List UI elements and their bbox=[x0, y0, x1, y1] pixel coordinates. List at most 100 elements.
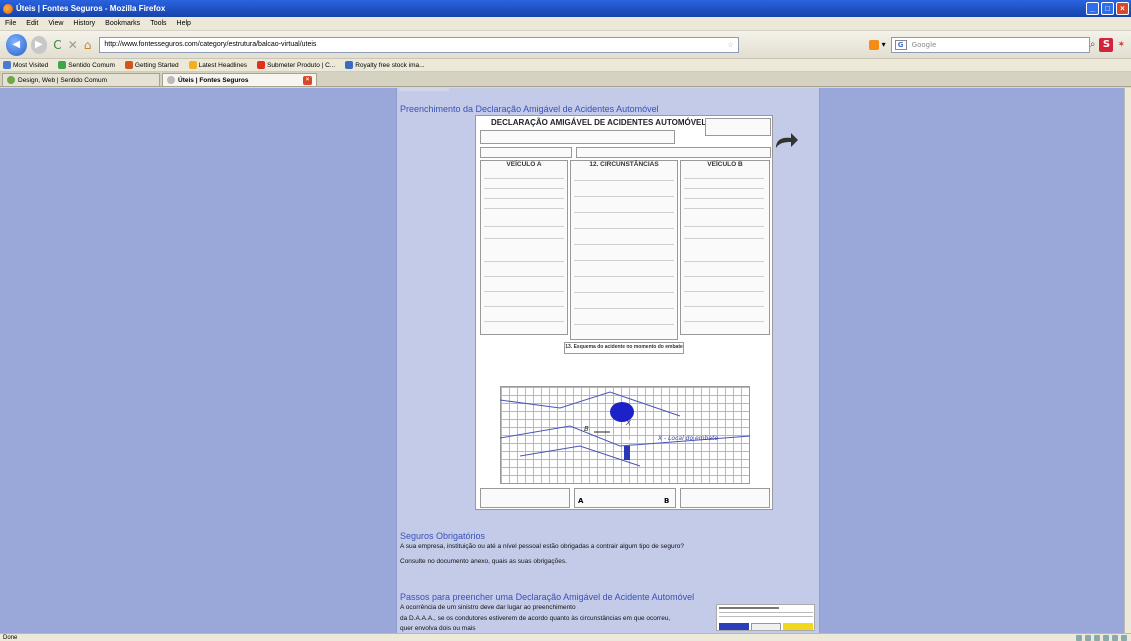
form-line bbox=[684, 208, 764, 209]
form-box bbox=[480, 130, 675, 144]
addon-icon[interactable]: ✶ bbox=[1117, 40, 1125, 50]
status-icon[interactable] bbox=[1094, 634, 1100, 641]
form-line bbox=[484, 178, 564, 179]
menu-view[interactable]: View bbox=[43, 20, 68, 27]
search-go-icon[interactable]: ⌕ bbox=[1090, 39, 1096, 50]
tab-design-web[interactable]: Design, Web | Sentido Comum bbox=[2, 73, 160, 86]
road-line bbox=[519, 445, 641, 467]
heading-passos[interactable]: Passos para preencher uma Declaração Ami… bbox=[400, 592, 694, 602]
status-icon[interactable] bbox=[1076, 634, 1082, 641]
form-box bbox=[480, 488, 570, 508]
form-line bbox=[484, 226, 564, 227]
menu-edit[interactable]: Edit bbox=[21, 20, 43, 27]
search-box[interactable]: G Google bbox=[890, 36, 1090, 53]
home-icon[interactable]: ⌂ bbox=[84, 38, 92, 52]
form-line bbox=[684, 261, 764, 262]
marker-b-label: B bbox=[584, 425, 589, 433]
status-text: Done bbox=[3, 634, 18, 641]
form-line bbox=[574, 196, 674, 197]
status-icon[interactable] bbox=[1121, 634, 1127, 641]
url-bar[interactable]: http://www.fontesseguros.com/category/es… bbox=[99, 36, 739, 53]
form-line bbox=[684, 321, 764, 322]
close-tab-icon[interactable]: × bbox=[303, 75, 312, 85]
menu-history[interactable]: History bbox=[68, 20, 100, 27]
tab-bar: Design, Web | Sentido Comum Úteis | Font… bbox=[0, 72, 1131, 87]
stop-icon[interactable]: ✕ bbox=[68, 38, 78, 52]
form-thumbnail[interactable] bbox=[716, 604, 815, 631]
bookmark-icon bbox=[58, 61, 67, 69]
heading-declaracao[interactable]: Preenchimento da Declaração Amigável de … bbox=[400, 104, 659, 114]
form-line bbox=[684, 306, 764, 307]
page-scrollbar[interactable] bbox=[1124, 88, 1131, 633]
signature-a-label: A bbox=[578, 497, 584, 505]
forward-button[interactable]: ▶ bbox=[30, 35, 48, 54]
form-line bbox=[684, 178, 764, 179]
form-line bbox=[574, 324, 674, 325]
menu-file[interactable]: File bbox=[0, 20, 21, 27]
thumb-block-b bbox=[783, 623, 813, 630]
marker-a-label: A bbox=[626, 438, 631, 445]
google-icon[interactable]: G bbox=[894, 39, 907, 50]
thumb-line bbox=[719, 612, 813, 613]
rss-feed-icon[interactable] bbox=[868, 39, 879, 50]
bookmark-sentido-comum[interactable]: Sentido Comum bbox=[55, 61, 115, 69]
menu-bookmarks[interactable]: Bookmarks bbox=[100, 20, 145, 27]
page-content: Preenchimento da Declaração Amigável de … bbox=[0, 88, 1131, 633]
circumstances-panel bbox=[570, 160, 678, 340]
menu-tools[interactable]: Tools bbox=[145, 20, 171, 27]
tab-uteis[interactable]: Úteis | Fontes Seguros × bbox=[162, 73, 317, 86]
form-line bbox=[484, 188, 564, 189]
tab-favicon bbox=[7, 76, 15, 84]
reload-icon[interactable]: C bbox=[53, 38, 61, 52]
maximize-button[interactable]: □ bbox=[1101, 2, 1114, 15]
feed-controls: ▾ bbox=[868, 39, 886, 50]
signature-b-label: B bbox=[664, 497, 670, 505]
seguros-paragraph-1: A sua empresa, instituição ou até a níve… bbox=[400, 543, 685, 550]
bookmark-most-visited[interactable]: Most Visited bbox=[0, 61, 48, 69]
bookmark-submeter-produto[interactable]: Submeter Produto | C... bbox=[254, 61, 335, 69]
form-line bbox=[684, 291, 764, 292]
bookmarks-toolbar: Most Visited Sentido Comum Getting Start… bbox=[0, 59, 1131, 72]
url-text: http://www.fontesseguros.com/category/es… bbox=[104, 41, 317, 48]
status-icons bbox=[1076, 634, 1131, 641]
stumbleupon-icon[interactable]: S bbox=[1099, 37, 1114, 52]
passos-paragraph-2: da D.A.A.A., se os condutores estiverem … bbox=[400, 615, 671, 622]
bookmark-icon bbox=[345, 61, 354, 69]
bookmark-star-icon[interactable]: ☆ bbox=[727, 41, 737, 49]
navigation-toolbar: ◀ ▶ C ✕ ⌂ http://www.fontesseguros.com/c… bbox=[0, 31, 1131, 59]
form-line bbox=[574, 212, 674, 213]
vehicle-a-shape bbox=[624, 446, 630, 460]
form-box bbox=[480, 147, 572, 158]
vehicle-a-panel bbox=[480, 160, 568, 335]
bookmark-icon bbox=[124, 61, 133, 69]
status-icon[interactable] bbox=[1103, 634, 1109, 641]
minimize-button[interactable]: _ bbox=[1086, 2, 1099, 15]
tab-favicon bbox=[167, 76, 175, 84]
form-line bbox=[484, 198, 564, 199]
vehicle-b-panel bbox=[680, 160, 770, 335]
close-window-button[interactable]: × bbox=[1116, 2, 1129, 15]
thumb-line bbox=[719, 616, 813, 617]
menu-help[interactable]: Help bbox=[172, 20, 196, 27]
impact-label: X - Local do embate bbox=[658, 435, 719, 442]
rotate-arrow-icon[interactable] bbox=[773, 132, 799, 152]
form-line bbox=[484, 276, 564, 277]
form-line bbox=[574, 292, 674, 293]
status-icon[interactable] bbox=[1112, 634, 1118, 641]
form-line bbox=[684, 198, 764, 199]
form-line bbox=[484, 238, 564, 239]
bookmark-latest-headlines[interactable]: Latest Headlines bbox=[186, 61, 247, 69]
vehicle-b-heading: VEÍCULO B bbox=[707, 161, 743, 168]
status-icon[interactable] bbox=[1085, 634, 1091, 641]
heading-seguros-obrigatorios[interactable]: Seguros Obrigatórios bbox=[400, 531, 485, 541]
form-box bbox=[680, 488, 770, 508]
status-bar: Done bbox=[0, 633, 1131, 641]
form-box bbox=[705, 118, 771, 136]
form-line bbox=[684, 226, 764, 227]
bookmark-icon bbox=[257, 61, 266, 69]
accident-form-image[interactable]: DECLARAÇÃO AMIGÁVEL DE ACIDENTES AUTOMÓV… bbox=[475, 115, 773, 510]
bookmark-getting-started[interactable]: Getting Started bbox=[122, 61, 179, 69]
dropdown-icon[interactable]: ▾ bbox=[882, 40, 886, 49]
bookmark-royalty-free[interactable]: Royalty free stock ima... bbox=[342, 61, 425, 69]
back-button[interactable]: ◀ bbox=[6, 33, 27, 56]
